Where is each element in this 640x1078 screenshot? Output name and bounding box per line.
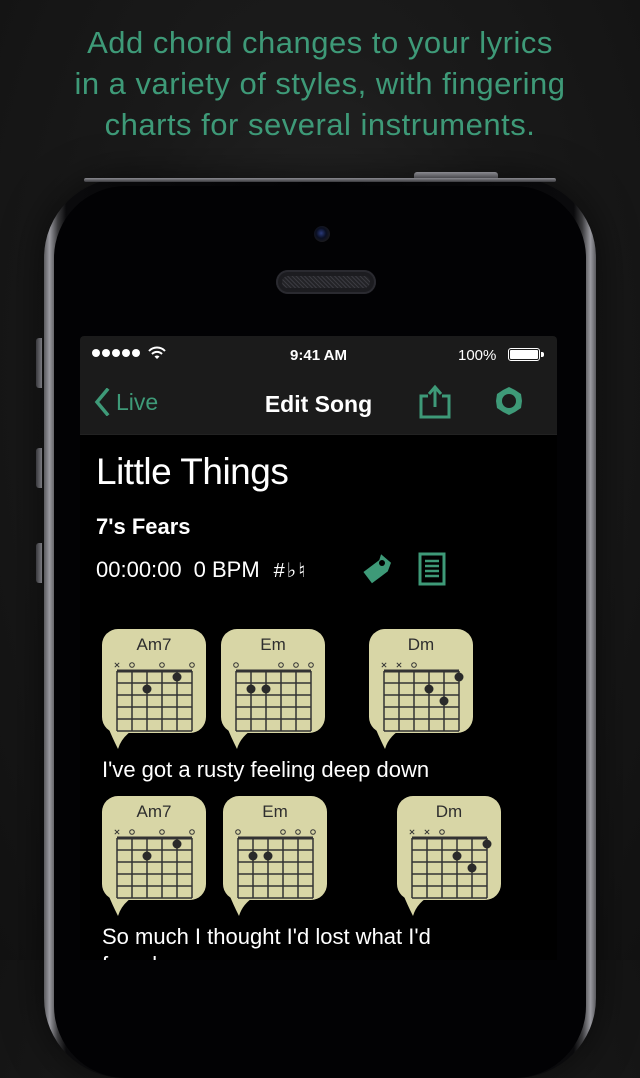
chord-name: Dm — [435, 802, 463, 821]
finger-dot — [172, 672, 182, 682]
tagline-line-2: in a variety of styles, with fingering — [74, 66, 566, 101]
open-string-marker — [159, 829, 165, 835]
battery-icon — [508, 348, 540, 361]
open-string-marker — [129, 829, 135, 835]
tagline-line-1: Add chord changes to your lyrics — [87, 25, 553, 60]
chord-name: Dm — [407, 635, 435, 654]
open-string-marker — [310, 829, 316, 835]
lyric-text[interactable]: So much I thought I'd lost what I'd — [102, 924, 431, 950]
finger-dot — [248, 851, 258, 861]
tagline-line-3: charts for several instruments. — [104, 107, 536, 142]
open-string-marker — [189, 829, 195, 835]
chord-diagram[interactable]: Dm — [397, 796, 501, 920]
battery-tip — [541, 352, 544, 357]
finger-dot — [482, 839, 492, 849]
chord-diagram[interactable]: Dm — [369, 629, 473, 753]
front-camera — [314, 226, 330, 242]
chord-diagram[interactable]: Em — [223, 796, 327, 920]
finger-dot — [452, 851, 462, 861]
chord-name: Am7 — [136, 802, 172, 821]
finger-dot — [246, 684, 256, 694]
chord-diagram[interactable]: Am7 — [102, 629, 206, 753]
open-string-marker — [189, 662, 195, 668]
chord-name: Em — [262, 802, 288, 821]
key-transpose-icon[interactable]: #♭♮ — [274, 558, 308, 583]
finger-dot — [172, 839, 182, 849]
chord-diagram[interactable]: Am7 — [102, 796, 206, 920]
share-icon[interactable] — [418, 384, 452, 420]
open-string-marker — [159, 662, 165, 668]
open-string-marker — [308, 662, 314, 668]
earpiece-speaker — [276, 270, 376, 294]
tagline: Add chord changes to your lyrics in a va… — [0, 22, 640, 145]
volume-down-button — [36, 543, 42, 583]
battery-percent: 100% — [458, 347, 497, 364]
finger-dot — [261, 684, 271, 694]
finger-dot — [454, 672, 464, 682]
navigation-bar: Live Edit Song — [80, 376, 557, 435]
finger-dot — [424, 684, 434, 694]
notes-icon[interactable] — [418, 552, 446, 586]
song-duration[interactable]: 00:00:00 — [96, 557, 182, 583]
lyric-text[interactable]: I've got a rusty feeling deep down — [102, 757, 429, 783]
song-bpm[interactable]: 0 BPM — [194, 557, 260, 583]
chord-name: Em — [260, 635, 286, 654]
song-artist[interactable]: 7's Fears — [96, 514, 191, 540]
open-string-marker — [439, 829, 445, 835]
volume-up-button — [36, 448, 42, 488]
finger-dot — [263, 851, 273, 861]
open-string-marker — [411, 662, 417, 668]
open-string-marker — [293, 662, 299, 668]
app-screen: 9:41 AM 100% Live Edit Song Little Thing… — [80, 336, 557, 960]
finger-dot — [439, 696, 449, 706]
open-string-marker — [235, 829, 241, 835]
chord-diagram[interactable]: Em — [221, 629, 325, 753]
song-meta: 00:00:00 0 BPM #♭♮ — [96, 557, 307, 583]
tag-icon[interactable] — [362, 552, 394, 586]
status-bar: 9:41 AM 100% — [80, 336, 557, 376]
open-string-marker — [280, 829, 286, 835]
back-button-label: Live — [116, 388, 159, 415]
open-string-marker — [233, 662, 239, 668]
finger-dot — [467, 863, 477, 873]
open-string-marker — [278, 662, 284, 668]
finger-dot — [142, 851, 152, 861]
open-string-marker — [295, 829, 301, 835]
finger-dot — [142, 684, 152, 694]
chord-name: Am7 — [136, 635, 172, 654]
gear-icon[interactable] — [494, 386, 524, 416]
lyric-text-continued[interactable]: found — [102, 952, 157, 960]
mute-switch — [36, 338, 42, 388]
open-string-marker — [129, 662, 135, 668]
song-title[interactable]: Little Things — [96, 451, 289, 493]
chevron-left-icon — [94, 388, 110, 416]
back-button[interactable]: Live — [94, 388, 158, 416]
phone-edge — [84, 178, 556, 182]
